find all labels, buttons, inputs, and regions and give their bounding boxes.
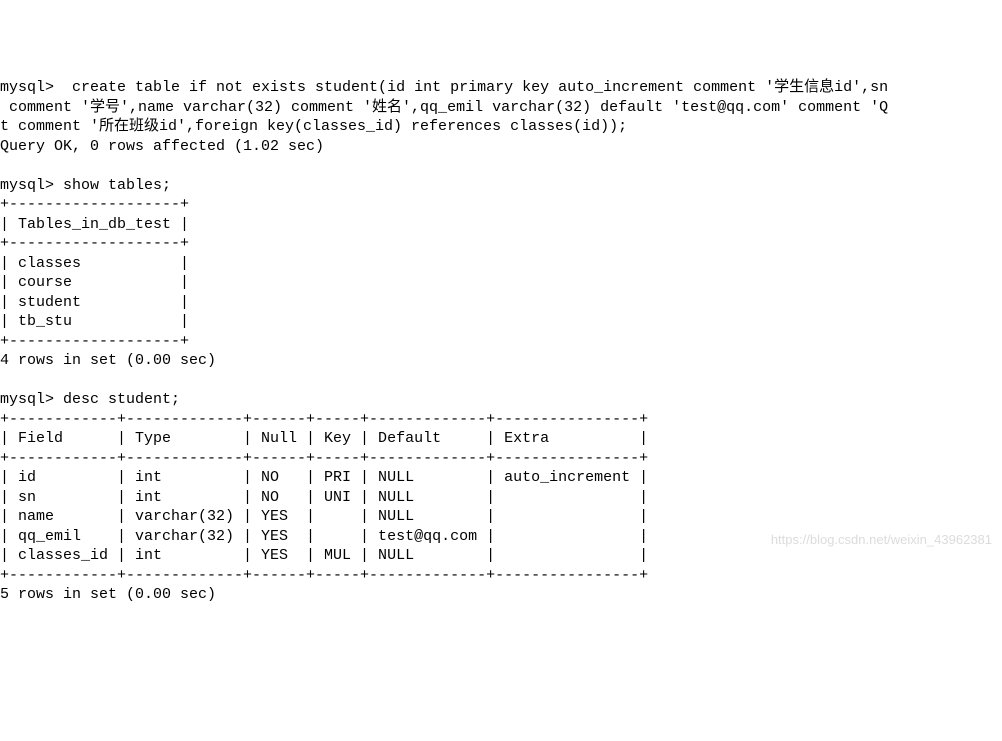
table-row: | student | — [0, 294, 189, 311]
table-border: +-------------------+ — [0, 196, 189, 213]
table-border: +------------+-------------+------+-----… — [0, 450, 648, 467]
terminal-output: mysql> create table if not exists studen… — [0, 78, 1002, 605]
table-row: | tb_stu | — [0, 313, 189, 330]
table-border: +------------+-------------+------+-----… — [0, 567, 648, 584]
table-row: | classes_id | int | YES | MUL | NULL | … — [0, 547, 648, 564]
create-table-line-2: comment '学号',name varchar(32) comment '姓… — [0, 99, 888, 116]
tables-header: | Tables_in_db_test | — [0, 216, 189, 233]
desc-header: | Field | Type | Null | Key | Default | … — [0, 430, 648, 447]
desc-student-command: mysql> desc student; — [0, 391, 180, 408]
table-row: | sn | int | NO | UNI | NULL | | — [0, 489, 648, 506]
create-table-line-3: t comment '所在班级id',foreign key(classes_i… — [0, 118, 627, 135]
query-ok-line: Query OK, 0 rows affected (1.02 sec) — [0, 138, 324, 155]
table-row: | name | varchar(32) | YES | | NULL | | — [0, 508, 648, 525]
rows-in-set: 4 rows in set (0.00 sec) — [0, 352, 216, 369]
table-row: | course | — [0, 274, 189, 291]
rows-in-set: 5 rows in set (0.00 sec) — [0, 586, 216, 603]
table-row: | classes | — [0, 255, 189, 272]
table-row: | id | int | NO | PRI | NULL | auto_incr… — [0, 469, 648, 486]
show-tables-command: mysql> show tables; — [0, 177, 171, 194]
table-border: +-------------------+ — [0, 235, 189, 252]
table-row: | qq_emil | varchar(32) | YES | | test@q… — [0, 528, 648, 545]
table-border: +------------+-------------+------+-----… — [0, 411, 648, 428]
table-border: +-------------------+ — [0, 333, 189, 350]
create-table-line-1: mysql> create table if not exists studen… — [0, 79, 888, 96]
